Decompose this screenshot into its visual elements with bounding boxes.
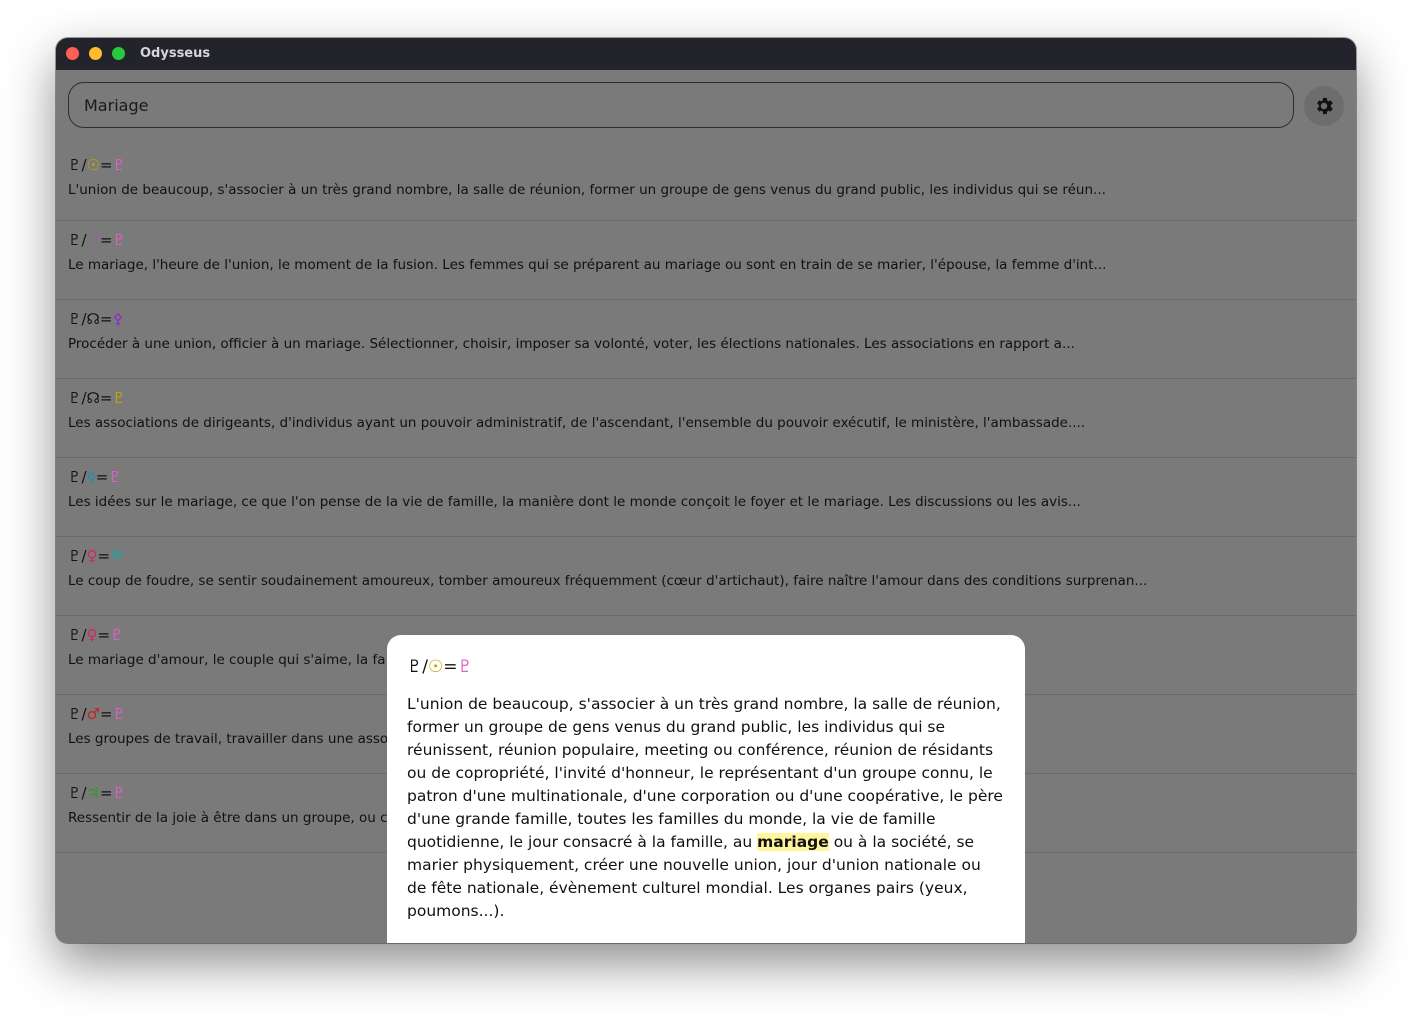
result-symbols: ♇/♀=♅ [68,547,124,565]
pluto-symbol-icon: ♇ [68,547,82,565]
result-description: Le mariage, l'heure de l'union, le momen… [68,257,1107,273]
planet-symbol-icon: ♀ [86,626,98,644]
result-symbol-icon: ♇ [112,705,126,723]
window-title: Odysseus [140,46,211,61]
result-symbols: ♇/♃=♇ [68,784,126,802]
result-description: Procéder à une union, officier à un mari… [68,336,1075,352]
result-item[interactable]: ♇/☿=♇ Les idées sur le mariage, ce que l'… [56,458,1356,537]
result-symbols: ♇/☉=♇ [68,156,126,174]
result-symbol-icon: ♇ [108,468,122,486]
result-symbol-icon: ♇ [112,389,126,407]
popup-symbols: ♇/☉=♇ [407,657,473,677]
zoom-window-button[interactable] [112,47,125,60]
result-item[interactable]: ♇/☽=♇ Le mariage, l'heure de l'union, le … [56,221,1356,300]
gear-icon [1317,97,1333,115]
pluto-symbol-icon: ♇ [68,389,82,407]
result-symbol-icon: ♇ [112,231,126,249]
result-description: Les associations de dirigeants, d'indivi… [68,415,1086,431]
pluto-symbol-icon: ♇ [68,784,82,802]
close-window-button[interactable] [66,47,79,60]
result-symbol-icon: ♅ [110,547,124,565]
settings-button[interactable] [1304,86,1344,126]
search-highlight: mariage [757,833,829,851]
pluto-symbol-icon: ♇ [68,705,82,723]
planet-symbol-icon: ☿ [86,468,96,486]
sun-symbol-icon: ☉ [427,657,444,677]
result-symbols: ♇/☽=♇ [68,231,126,249]
detail-popup: ♇/☉=♇ L'union de beaucoup, s'associer à … [387,635,1025,943]
popup-description: L'union de beaucoup, s'associer à un trè… [407,695,1003,920]
result-item[interactable]: ♇/♀=♅ Le coup de foudre, se sentir soudai… [56,537,1356,616]
result-symbol-icon: ♇ [112,156,126,174]
planet-symbol-icon: ♃ [86,784,100,802]
planet-symbol-icon: ♂ [86,705,100,723]
pluto-symbol-icon: ♇ [68,231,82,249]
planet-symbol-icon: ♀ [86,547,98,565]
result-description: L'union de beaucoup, s'associer à un trè… [68,182,1106,198]
result-symbol-icon: ♇ [457,657,473,677]
result-item[interactable]: ♇/☉=♇ L'union de beaucoup, s'associer à u… [56,148,1356,221]
result-symbols: ♇/☊=⚴ [68,310,124,328]
result-symbols: ♇/☿=♇ [68,468,122,486]
result-symbols: ♇/♀=♇ [68,626,124,644]
planet-symbol-icon: ☊ [86,389,100,407]
pluto-symbol-icon: ♇ [68,626,82,644]
result-symbols: ♇/♂=♇ [68,705,126,723]
result-item[interactable]: ♇/☊=♇ Les associations de dirigeants, d'i… [56,379,1356,458]
search-box[interactable] [68,82,1294,128]
minimize-window-button[interactable] [89,47,102,60]
result-description: Les idées sur le mariage, ce que l'on pe… [68,494,1081,510]
pluto-symbol-icon: ♇ [68,310,82,328]
planet-symbol-icon: ☽ [86,231,100,249]
planet-symbol-icon: ☉ [86,156,100,174]
result-description: Le coup de foudre, se sentir soudainemen… [68,573,1148,589]
title-bar: Odysseus [56,38,1356,70]
pluto-symbol-icon: ♇ [407,657,423,677]
result-item[interactable]: ♇/☊=⚴ Procéder à une union, officier à un… [56,300,1356,379]
result-symbol-icon: ⚴ [112,310,124,328]
pluto-symbol-icon: ♇ [68,468,82,486]
app-window: Odysseus ♇/☉=♇ L'union de beaucoup, s'ass… [56,38,1356,943]
planet-symbol-icon: ☊ [86,310,100,328]
result-symbol-icon: ♇ [110,626,124,644]
search-input[interactable] [69,82,1293,128]
pluto-symbol-icon: ♇ [68,156,82,174]
result-symbols: ♇/☊=♇ [68,389,126,407]
result-symbol-icon: ♇ [112,784,126,802]
